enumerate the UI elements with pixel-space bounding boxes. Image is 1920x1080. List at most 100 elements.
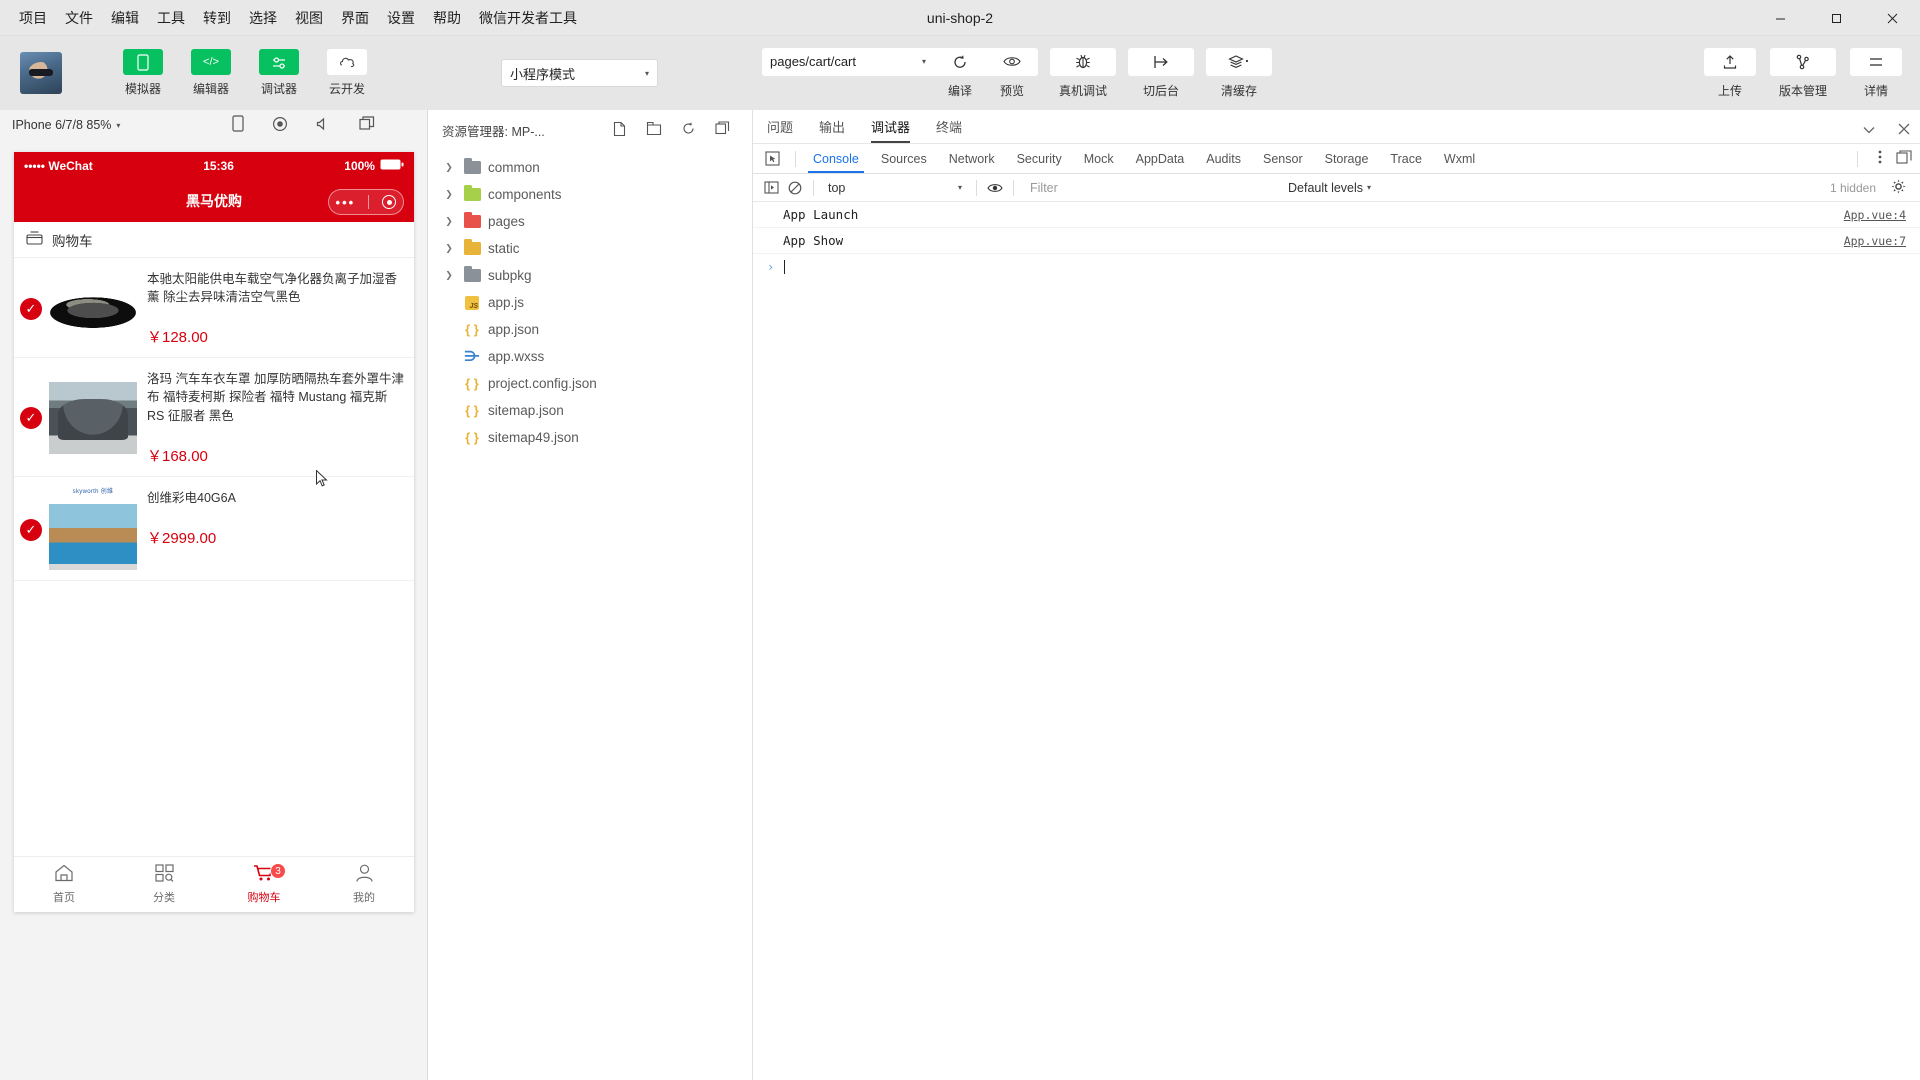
record-icon[interactable] xyxy=(272,116,288,135)
refresh-icon[interactable] xyxy=(681,121,696,140)
menu-item-tools[interactable]: 工具 xyxy=(148,3,194,33)
tab-trace[interactable]: Trace xyxy=(1379,144,1433,173)
tab-wxml[interactable]: Wxml xyxy=(1433,144,1486,173)
chevron-right-icon[interactable]: ❯ xyxy=(442,270,456,281)
tree-item-sitemap49-json[interactable]: ❯ { } sitemap49.json xyxy=(428,424,752,451)
capsule-divider xyxy=(368,195,370,209)
console-sidebar-icon[interactable] xyxy=(759,181,783,194)
menu-item-goto[interactable]: 转到 xyxy=(194,3,240,33)
console-prompt[interactable]: › xyxy=(753,254,1920,280)
simulator-button[interactable]: 模拟器 xyxy=(118,49,168,97)
tab-storage[interactable]: Storage xyxy=(1314,144,1380,173)
cart-item[interactable]: ✓ skyworth 创维 创维彩电40G6A ￥2999.00 xyxy=(14,477,414,582)
console-filter-input[interactable]: Filter xyxy=(1020,181,1230,195)
clear-console-icon[interactable] xyxy=(783,181,807,195)
chevron-right-icon[interactable]: ❯ xyxy=(442,216,456,227)
collapse-icon[interactable] xyxy=(715,120,730,140)
device-select[interactable]: IPhone 6/7/8 85% ▾ xyxy=(12,118,120,132)
background-button[interactable]: 切后台 xyxy=(1128,47,1194,99)
chevron-right-icon[interactable]: ❯ xyxy=(442,189,456,200)
tree-item-common[interactable]: ❯ common xyxy=(428,154,752,181)
close-icon[interactable] xyxy=(1898,123,1910,138)
tab-appdata[interactable]: AppData xyxy=(1125,144,1196,173)
item-checkbox[interactable]: ✓ xyxy=(20,297,42,320)
item-checkbox[interactable]: ✓ xyxy=(20,406,42,429)
tab-problems[interactable]: 问题 xyxy=(767,117,793,143)
page-path-select[interactable]: pages/cart/cart ▾ xyxy=(762,47,934,76)
mode-select[interactable]: 小程序模式 ▾ xyxy=(501,59,658,87)
menu-item-settings[interactable]: 设置 xyxy=(378,3,424,33)
tabbar-item-profile[interactable]: 我的 xyxy=(314,857,414,912)
tree-item-sitemap-json[interactable]: ❯ { } sitemap.json xyxy=(428,397,752,424)
live-expression-icon[interactable] xyxy=(983,182,1007,194)
gear-icon[interactable] xyxy=(1891,179,1906,197)
target-icon[interactable] xyxy=(382,195,397,209)
tabbar-item-category[interactable]: 分类 xyxy=(114,857,214,912)
item-checkbox[interactable]: ✓ xyxy=(20,518,42,541)
chevron-right-icon[interactable]: ❯ xyxy=(442,243,456,254)
tab-sensor[interactable]: Sensor xyxy=(1252,144,1314,173)
tab-security[interactable]: Security xyxy=(1006,144,1073,173)
cloud-dev-button[interactable]: 云开发 xyxy=(322,49,372,97)
chevron-down-icon[interactable] xyxy=(1862,123,1876,138)
rotate-device-icon[interactable] xyxy=(232,115,244,135)
menu-item-edit[interactable]: 编辑 xyxy=(102,3,148,33)
tree-item-app-wxss[interactable]: ❯ ⋺ app.wxss xyxy=(428,343,752,370)
tab-audits[interactable]: Audits xyxy=(1195,144,1252,173)
cart-item[interactable]: ✓ 洛玛 汽车车衣车罩 加厚防晒隔热车套外罩牛津布 福特麦柯斯 探险者 福特 M… xyxy=(14,358,414,477)
console-message-source[interactable]: App.vue:7 xyxy=(1844,234,1906,248)
tab-output[interactable]: 输出 xyxy=(819,117,845,143)
version-manage-button[interactable]: 版本管理 xyxy=(1770,47,1836,99)
menu-item-view[interactable]: 视图 xyxy=(286,3,332,33)
real-device-debug-button[interactable]: 真机调试 xyxy=(1050,47,1116,99)
menu-item-select[interactable]: 选择 xyxy=(240,3,286,33)
new-file-icon[interactable] xyxy=(612,121,627,140)
console-filter-bar: top ▾ Filter Default levels ▾ 1 hidden xyxy=(753,174,1920,202)
tabbar-item-home[interactable]: 首页 xyxy=(14,857,114,912)
cart-item[interactable]: ✓ 本驰太阳能供电车载空气净化器负离子加湿香薰 除尘去异味清洁空气黑色 ￥128… xyxy=(14,258,414,359)
console-message[interactable]: App Show App.vue:7 xyxy=(753,228,1920,254)
tab-terminal[interactable]: 终端 xyxy=(936,117,962,143)
editor-button[interactable]: </> 编辑器 xyxy=(186,49,236,97)
chevron-right-icon[interactable]: ❯ xyxy=(442,162,456,173)
menu-item-interface[interactable]: 界面 xyxy=(332,3,378,33)
console-message[interactable]: App Launch App.vue:4 xyxy=(753,202,1920,228)
menu-item-file[interactable]: 文件 xyxy=(56,3,102,33)
minimize-button[interactable] xyxy=(1752,0,1808,36)
preview-button[interactable]: 预览 xyxy=(986,47,1038,99)
upload-button[interactable]: 上传 xyxy=(1704,47,1756,99)
volume-icon[interactable] xyxy=(316,117,331,134)
tab-console[interactable]: Console xyxy=(802,144,870,173)
debugger-button[interactable]: 调试器 xyxy=(254,49,304,97)
tabbar-item-cart[interactable]: 3 购物车 xyxy=(214,857,314,912)
inspect-element-icon[interactable] xyxy=(759,148,785,170)
menu-item-project[interactable]: 项目 xyxy=(10,3,56,33)
console-message-source[interactable]: App.vue:4 xyxy=(1844,208,1906,222)
details-button[interactable]: 详情 xyxy=(1850,47,1902,99)
compile-button[interactable]: 编译 xyxy=(934,47,986,99)
log-levels-select[interactable]: Default levels ▾ xyxy=(1288,181,1371,195)
window-icon[interactable] xyxy=(359,116,375,134)
tree-item-static[interactable]: ❯ static xyxy=(428,235,752,262)
tree-item-pages[interactable]: ❯ pages xyxy=(428,208,752,235)
menu-item-help[interactable]: 帮助 xyxy=(424,3,470,33)
tab-network[interactable]: Network xyxy=(938,144,1006,173)
maximize-button[interactable] xyxy=(1808,0,1864,36)
tree-item-components[interactable]: ❯ components xyxy=(428,181,752,208)
user-avatar[interactable] xyxy=(20,52,62,94)
tab-debugger[interactable]: 调试器 xyxy=(871,117,911,143)
tree-item-subpkg[interactable]: ❯ subpkg xyxy=(428,262,752,289)
console-context-select[interactable]: top ▾ xyxy=(820,181,970,195)
tree-item-app-js[interactable]: ❯ JS app.js xyxy=(428,289,752,316)
tab-sources[interactable]: Sources xyxy=(870,144,938,173)
close-button[interactable] xyxy=(1864,0,1920,36)
tree-item-project-config-json[interactable]: ❯ { } project.config.json xyxy=(428,370,752,397)
clear-cache-button[interactable]: 清缓存 xyxy=(1206,47,1272,99)
tree-item-app-json[interactable]: ❯ { } app.json xyxy=(428,316,752,343)
wechat-capsule[interactable]: ••• xyxy=(328,189,404,215)
menu-item-wechat-devtools[interactable]: 微信开发者工具 xyxy=(470,3,586,33)
dock-icon[interactable] xyxy=(1896,150,1912,167)
tab-mock[interactable]: Mock xyxy=(1073,144,1125,173)
new-folder-icon[interactable] xyxy=(646,121,662,140)
more-vertical-icon[interactable] xyxy=(1878,149,1882,168)
